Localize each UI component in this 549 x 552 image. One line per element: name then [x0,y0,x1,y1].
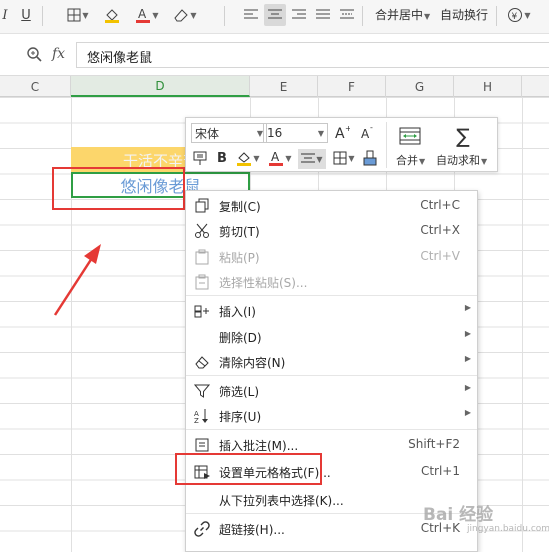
svg-text:A: A [335,126,345,140]
paste-icon [195,249,209,265]
menu-item-delete[interactable]: 删除(D) ▶ [186,324,477,349]
autosum-label[interactable]: 自动求和▼ [436,152,487,168]
submenu-arrow-icon: ▶ [464,354,471,363]
link-icon [194,521,210,537]
annotation-box-format-cells [175,453,322,485]
submenu-arrow-icon: ▶ [464,303,471,312]
menu-item-cut[interactable]: 剪切(T) Ctrl+X [186,218,477,243]
border-icon [333,151,347,165]
mini-clear-button[interactable] [360,149,380,167]
menu-item-paste[interactable]: 粘贴(P) Ctrl+V [186,244,477,269]
mini-fill-color-button[interactable]: ▼ [234,149,262,167]
merge-label[interactable]: 合并▼ [396,152,425,168]
svg-text:+: + [345,124,350,133]
annotation-arrowhead-left [84,244,101,264]
mini-font-color-button[interactable]: A ▼ [266,149,294,167]
submenu-arrow-icon: ▶ [464,408,471,417]
menu-item-insert[interactable]: 插入(I) ▶ [186,298,477,323]
menu-item-clear-contents[interactable]: 清除内容(N) ▶ [186,349,477,374]
brush-icon [363,150,377,166]
format-painter-icon [193,151,207,165]
svg-text:A: A [271,150,280,164]
submenu-arrow-icon: ▶ [464,329,471,338]
merge-cells-icon [399,127,421,145]
font-color-icon: A [269,150,284,166]
svg-text:Z: Z [194,417,199,424]
svg-text:A: A [361,127,370,140]
spreadsheet-window: { "ribbon": { "merge_center_label": "合并居… [0,0,549,552]
copy-icon [195,198,209,213]
format-painter-button[interactable] [192,150,208,166]
font-size-select[interactable]: 16 ▼ [263,123,328,143]
comment-icon [195,438,209,452]
bold-button[interactable]: B [214,150,230,166]
sigma-icon: ∑ [456,124,470,148]
mini-border-button[interactable]: ▼ [330,149,358,167]
font-name-select[interactable]: 宋体 ▼ [191,123,267,143]
eraser-icon [195,356,209,369]
sort-icon: AZ [194,409,208,424]
watermark-logo: Bai 经验 [423,505,494,525]
decrease-font-button[interactable]: A- [358,122,378,142]
merge-cells-button[interactable] [398,124,422,148]
increase-font-icon: A + [335,124,350,140]
decrease-font-icon: A- [361,124,373,140]
increase-font-button[interactable]: A + [332,122,352,142]
svg-text:-: - [370,124,373,132]
context-menu: 复制(C) Ctrl+C 剪切(T) Ctrl+X 粘贴(P) Ctrl+V 选… [185,190,478,552]
paste-special-icon [195,274,209,290]
menu-item-paste-special[interactable]: 选择性粘贴(S)... [186,269,477,294]
menu-item-filter[interactable]: 筛选(L) ▶ [186,378,477,403]
bold-icon: B [217,150,227,166]
mini-toolbar: 宋体 ▼ 16 ▼ A + A- ∑ 合并▼ 自动求和▼ B ▼ A ▼ ▼ ▼ [185,117,498,172]
filter-icon [194,384,210,398]
autosum-button[interactable]: ∑ [451,124,475,148]
scissors-icon [195,223,209,238]
menu-item-copy[interactable]: 复制(C) Ctrl+C [186,193,477,218]
submenu-arrow-icon: ▶ [464,383,471,392]
align-center-icon [301,153,316,163]
watermark-url: jingyan.baidu.com [467,524,549,534]
menu-item-sort[interactable]: AZ 排序(U) ▶ [186,403,477,428]
insert-icon [194,305,209,318]
annotation-arrow-left [53,257,94,316]
fill-bucket-icon [237,152,252,166]
mini-align-button[interactable]: ▼ [298,149,326,169]
